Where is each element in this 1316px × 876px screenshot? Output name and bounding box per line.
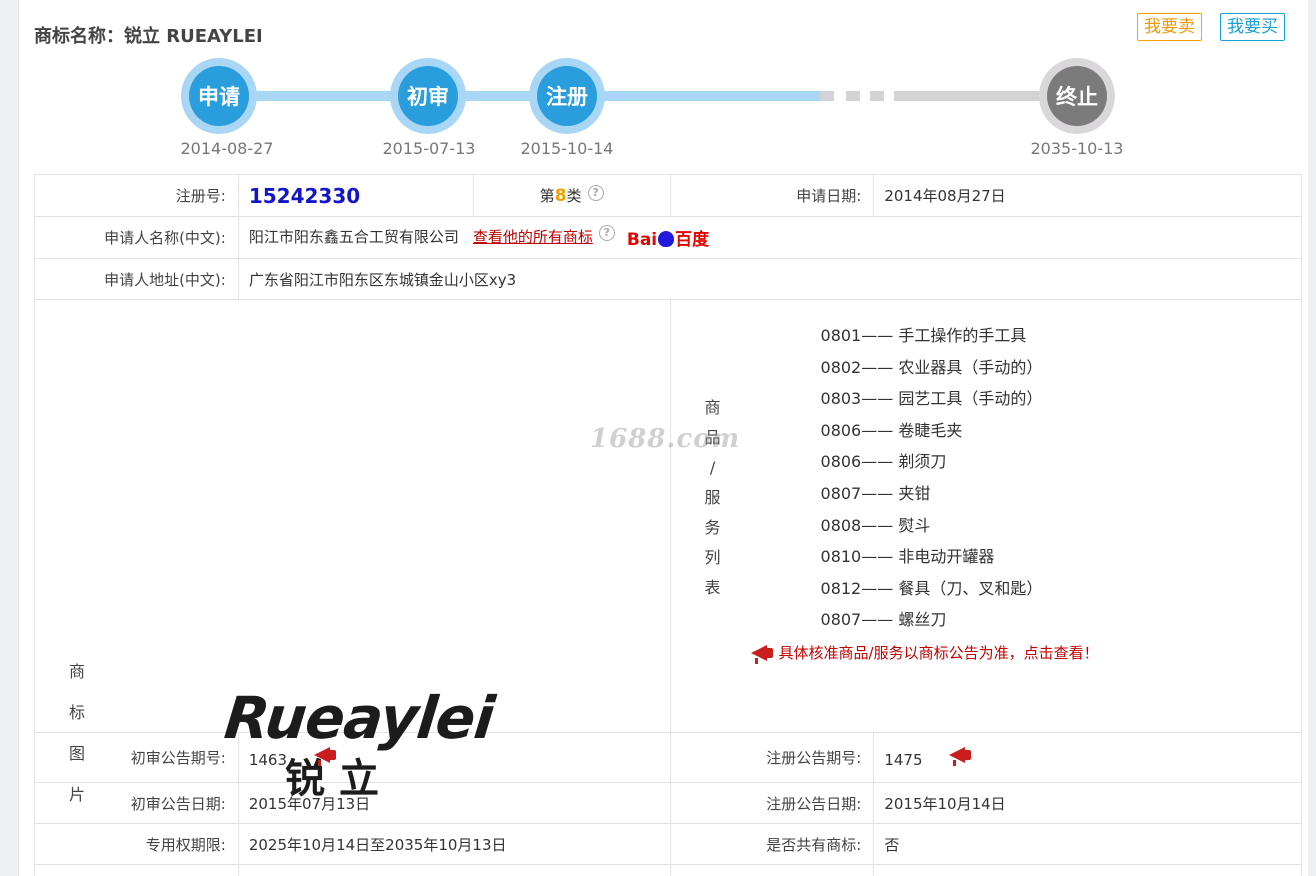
- timeline-node-prelim: 初审: [390, 58, 466, 134]
- reg-no-value: 15242330: [248, 183, 361, 208]
- reg-no-label: 注册号:: [34, 174, 239, 217]
- goods-list: 0801—— 手工操作的手工具 0802—— 农业器具（手动的） 0803—— …: [671, 320, 1301, 636]
- goods-item: 0807—— 螺丝刀: [820, 610, 947, 630]
- sell-button[interactable]: 我要卖: [1137, 13, 1202, 41]
- buy-button[interactable]: 我要买: [1220, 13, 1285, 41]
- goods-notice-text: 具体核准商品/服务以商标公告为准，点击查看！: [778, 643, 1099, 662]
- image-label-char: 商: [68, 662, 85, 681]
- class-prefix: 第: [539, 187, 555, 205]
- reg-pub-no-label: 注册公告期号:: [669, 732, 875, 783]
- exclusive-value: 2025年10月14日至2035年10月13日: [237, 823, 671, 865]
- reg-pub-no-value: 1475: [884, 750, 923, 769]
- timeline-dash: [820, 91, 834, 101]
- timeline-node-label: 注册: [537, 66, 597, 126]
- class-cell: 第8类?: [472, 174, 671, 217]
- goods-item: 0808—— 熨斗: [820, 515, 931, 535]
- megaphone-icon[interactable]: [949, 746, 972, 766]
- applicant-addr-label: 申请人地址(中文):: [34, 258, 239, 300]
- apply-date-value: 2014年08月27日: [873, 174, 1302, 217]
- timeline-node-terminate: 终止: [1039, 58, 1115, 134]
- timeline-date: 2014-08-27: [180, 139, 274, 158]
- help-icon[interactable]: ?: [587, 185, 604, 201]
- trademark-logo-cn: 锐立: [285, 756, 393, 802]
- timeline-progress-bar: [220, 91, 820, 101]
- goods-item: 0807—— 夹钳: [820, 483, 931, 503]
- image-label-char: 片: [68, 785, 85, 804]
- timeline-node-label: 初审: [398, 66, 458, 126]
- trademark-logo-en: Rueaylei: [221, 684, 497, 752]
- baidu-text: Bai: [626, 230, 658, 250]
- image-label-char: 图: [68, 744, 85, 763]
- timeline-node-label: 终止: [1047, 66, 1107, 126]
- timeline-dash: [870, 91, 884, 101]
- trademark-title: 商标名称：锐立 RUEAYLEI: [34, 26, 263, 47]
- trademark-image-cell: 商 标 图 片 Rueaylei 锐立: [34, 299, 671, 804]
- class-number: 8: [554, 186, 567, 206]
- help-icon[interactable]: ?: [598, 225, 615, 241]
- goods-item: 0806—— 剃须刀: [820, 452, 947, 472]
- timeline-date: 2015-07-13: [382, 139, 476, 158]
- prelim-no-value: 1463: [248, 750, 288, 769]
- applicant-name-label: 申请人名称(中文):: [34, 216, 239, 259]
- watermark: 1688.com: [590, 424, 741, 454]
- right-scroll-strip: [1308, 0, 1316, 876]
- goods-item: 0802—— 农业器具（手动的）: [820, 357, 1043, 377]
- megaphone-icon[interactable]: [313, 746, 336, 766]
- goods-notice-link[interactable]: 具体核准商品/服务以商标公告为准，点击查看！: [750, 642, 1301, 664]
- reg-pub-date-label: 注册公告日期:: [669, 782, 875, 824]
- goods-item: 0806—— 卷睫毛夹: [820, 420, 963, 440]
- baidu-text-cn: 百度: [675, 230, 710, 250]
- baidu-logo[interactable]: Bai 百度: [627, 225, 709, 250]
- timeline-node-register: 注册: [529, 58, 605, 134]
- timeline-date: 2035-10-13: [1030, 139, 1124, 158]
- timeline-node-apply: 申请: [181, 58, 257, 134]
- megaphone-icon: [750, 644, 773, 664]
- reg-pub-date-value: 2015年10月14日: [873, 782, 1302, 824]
- applicant-addr-value: 广东省阳江市阳东区东城镇金山小区xy3: [237, 258, 1303, 300]
- goods-item: 0801—— 手工操作的手工具: [820, 326, 1027, 345]
- image-vertical-label: 商 标 图 片: [65, 651, 89, 815]
- exclusive-label: 专用权期限:: [34, 823, 239, 865]
- goods-list-cell: 商 品 / 服 务 列 表 0801—— 手工操作的手工具 0802—— 农业器…: [669, 299, 1303, 733]
- goods-item: 0812—— 餐具（刀、叉和匙）: [820, 578, 1043, 598]
- left-sidebar-strip: [0, 0, 19, 876]
- goods-item: 0810—— 非电动开罐器: [820, 547, 995, 567]
- shared-value: 否: [873, 823, 1302, 865]
- trademark-info-table: 注册号: 15242330 第8类? 申请日期: 2014年08月27日 申请人…: [34, 174, 1303, 876]
- baidu-paw-icon: [658, 231, 675, 247]
- shared-label: 是否共有商标:: [669, 823, 875, 865]
- image-label-char: 标: [68, 703, 85, 722]
- applicant-name-value: 阳江市阳东鑫五合工贸有限公司: [248, 228, 459, 246]
- timeline-date: 2015-10-14: [520, 139, 614, 158]
- apply-date-label: 申请日期:: [669, 174, 875, 217]
- goods-item: 0803—— 园艺工具（手动的）: [820, 389, 1043, 409]
- timeline-node-label: 申请: [189, 66, 249, 126]
- class-suffix: 类: [566, 187, 582, 205]
- all-marks-link[interactable]: 查看他的所有商标: [473, 228, 593, 246]
- timeline-dash: [846, 91, 860, 101]
